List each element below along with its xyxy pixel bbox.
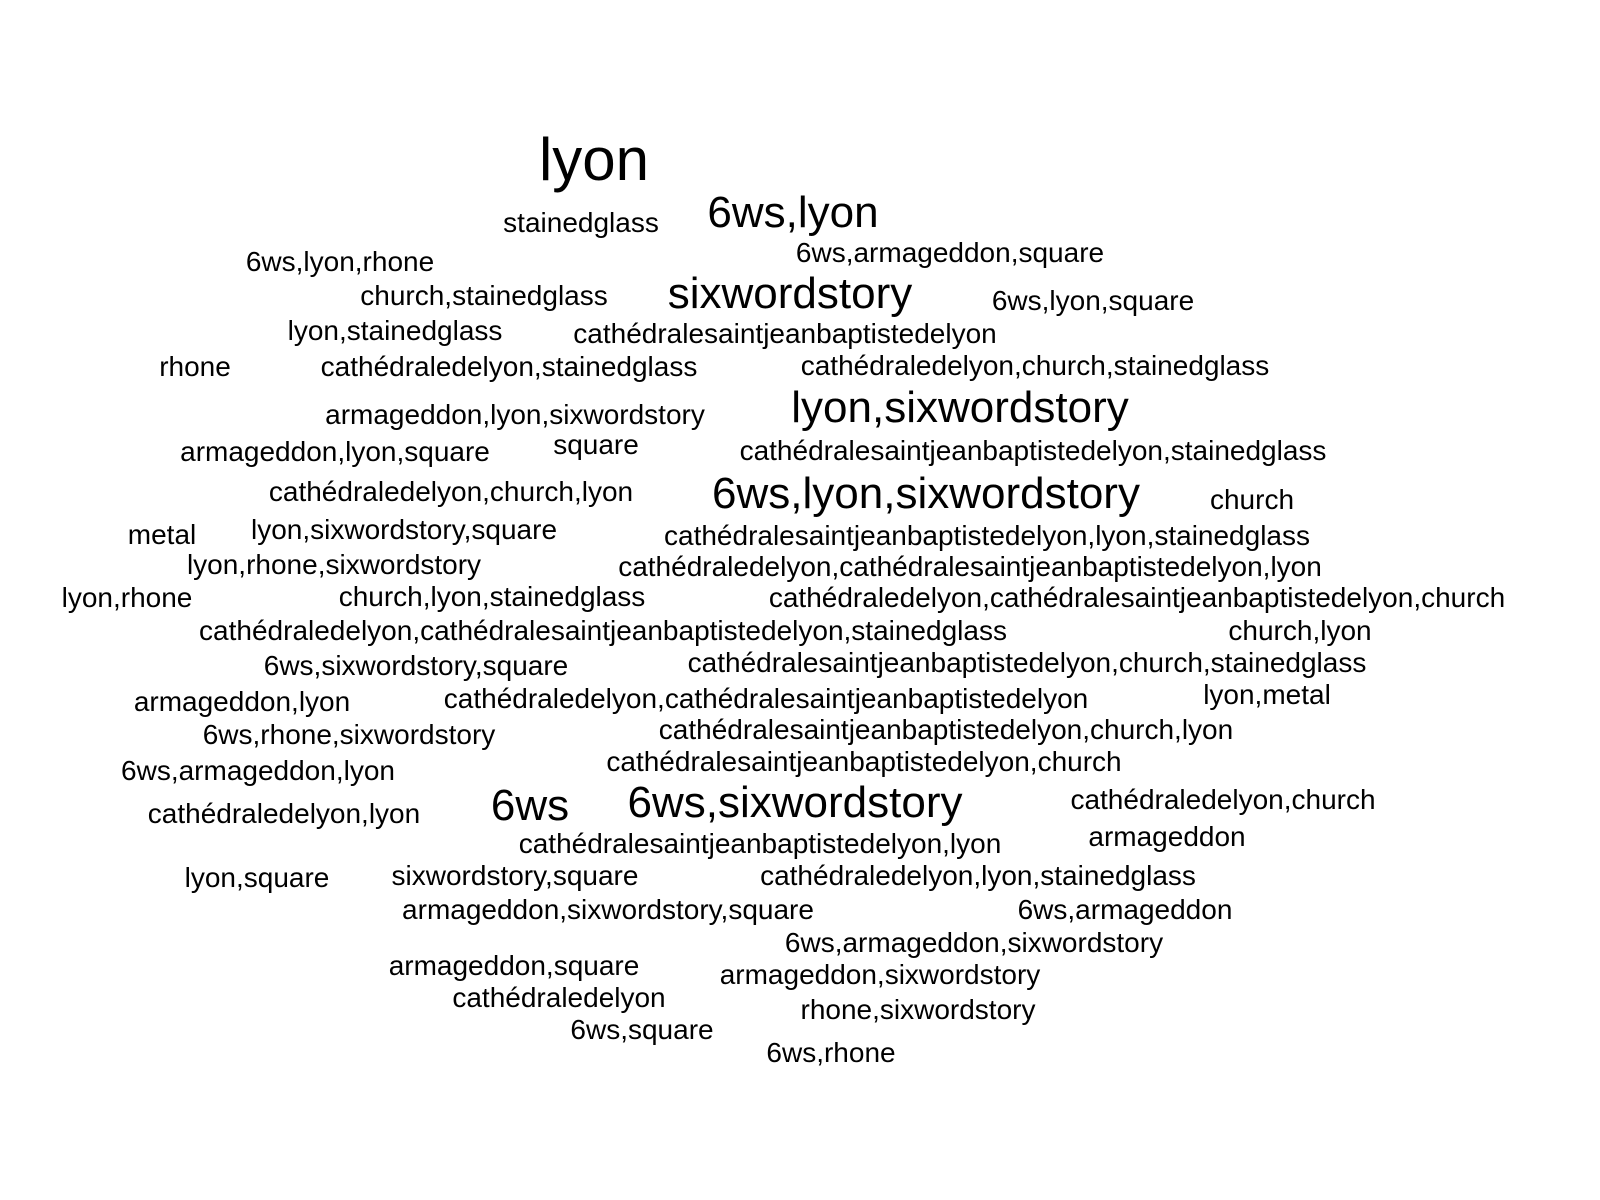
cloud-word: 6ws,rhone,sixwordstory	[202, 719, 496, 750]
cloud-word: armageddon,lyon,square	[180, 436, 490, 467]
cloud-word: 6ws,square	[570, 1014, 714, 1045]
cloud-word: church,lyon,stainedglass	[338, 581, 646, 612]
cloud-word: lyon,sixwordstory,square	[250, 514, 558, 545]
cloud-word: church,lyon	[1228, 615, 1372, 646]
cloud-word: cathédralesaintjeanbaptistedelyon,staine…	[739, 435, 1327, 466]
cloud-word: lyon,rhone	[61, 582, 193, 613]
cloud-word: lyon,rhone,sixwordstory	[186, 549, 482, 580]
cloud-word: cathédraledelyon,stainedglass	[320, 351, 698, 382]
cloud-word: sixwordstory	[667, 269, 913, 318]
cloud-word: armageddon,lyon,sixwordstory	[325, 399, 705, 430]
cloud-word: cathédraledelyon,cathédralesaintjeanbapt…	[618, 551, 1322, 582]
cloud-word: cathédraledelyon,church,lyon	[268, 476, 634, 507]
cloud-word: 6ws,sixwordstory	[627, 778, 963, 827]
cloud-word: cathédraledelyon,lyon,stainedglass	[760, 860, 1196, 891]
cloud-word: cathédralesaintjeanbaptistedelyon,church	[606, 746, 1122, 777]
cloud-word: armageddon,square	[388, 950, 640, 981]
cloud-word: metal	[127, 519, 197, 550]
cloud-word: cathédralesaintjeanbaptistedelyon,lyon	[518, 828, 1002, 859]
cloud-word: church	[1209, 484, 1295, 515]
cloud-word: stainedglass	[503, 207, 659, 238]
cloud-word: church,stainedglass	[360, 280, 608, 311]
cloud-word: lyon,sixwordstory	[791, 383, 1129, 432]
word-cloud: lyon stainedglass 6ws,lyon 6ws,lyon,rhon…	[0, 0, 1600, 1200]
cloud-word: 6ws,armageddon,lyon	[121, 755, 395, 786]
cloud-word: 6ws,sixwordstory,square	[263, 650, 569, 681]
cloud-word: square	[553, 429, 639, 460]
cloud-word: 6ws,rhone	[766, 1037, 896, 1068]
cloud-word: armageddon,sixwordstory	[719, 959, 1041, 990]
cloud-word: 6ws,armageddon,sixwordstory	[784, 927, 1164, 958]
cloud-word: cathédralesaintjeanbaptistedelyon,lyon,s…	[664, 520, 1310, 551]
cloud-word: armageddon	[1088, 821, 1246, 852]
cloud-word: armageddon,sixwordstory,square	[402, 894, 814, 925]
cloud-word: armageddon,lyon	[133, 686, 351, 717]
cloud-word: cathédralesaintjeanbaptistedelyon	[573, 318, 997, 349]
cloud-word: cathédralesaintjeanbaptistedelyon,church…	[658, 714, 1234, 745]
cloud-word: 6ws,lyon,sixwordstory	[712, 469, 1140, 518]
cloud-word: lyon,metal	[1203, 679, 1331, 710]
cloud-word: rhone,sixwordstory	[800, 994, 1036, 1025]
cloud-word: cathédraledelyon,church,stainedglass	[800, 350, 1270, 381]
cloud-word: rhone	[159, 351, 231, 382]
cloud-word: sixwordstory,square	[391, 860, 639, 891]
cloud-word: cathédraledelyon,cathédralesaintjeanbapt…	[443, 683, 1089, 714]
cloud-word: 6ws,armageddon	[1017, 894, 1233, 925]
cloud-word: cathédraledelyon,cathédralesaintjeanbapt…	[768, 582, 1506, 613]
cloud-word: cathédraledelyon,lyon	[147, 798, 421, 829]
cloud-word: 6ws,lyon,rhone	[245, 246, 435, 277]
cloud-word: cathédraledelyon,church	[1070, 784, 1376, 815]
cloud-word: lyon	[538, 126, 650, 193]
cloud-word: cathédralesaintjeanbaptistedelyon,church…	[687, 647, 1367, 678]
cloud-word: lyon,stainedglass	[287, 315, 503, 346]
cloud-word: cathédraledelyon	[452, 982, 666, 1013]
cloud-word: 6ws,lyon	[707, 188, 879, 237]
cloud-word: lyon,square	[184, 862, 330, 893]
cloud-word: 6ws	[490, 781, 570, 830]
cloud-word: cathédraledelyon,cathédralesaintjeanbapt…	[199, 615, 1007, 646]
cloud-word: 6ws,lyon,square	[991, 285, 1195, 316]
cloud-word: 6ws,armageddon,square	[795, 237, 1105, 268]
